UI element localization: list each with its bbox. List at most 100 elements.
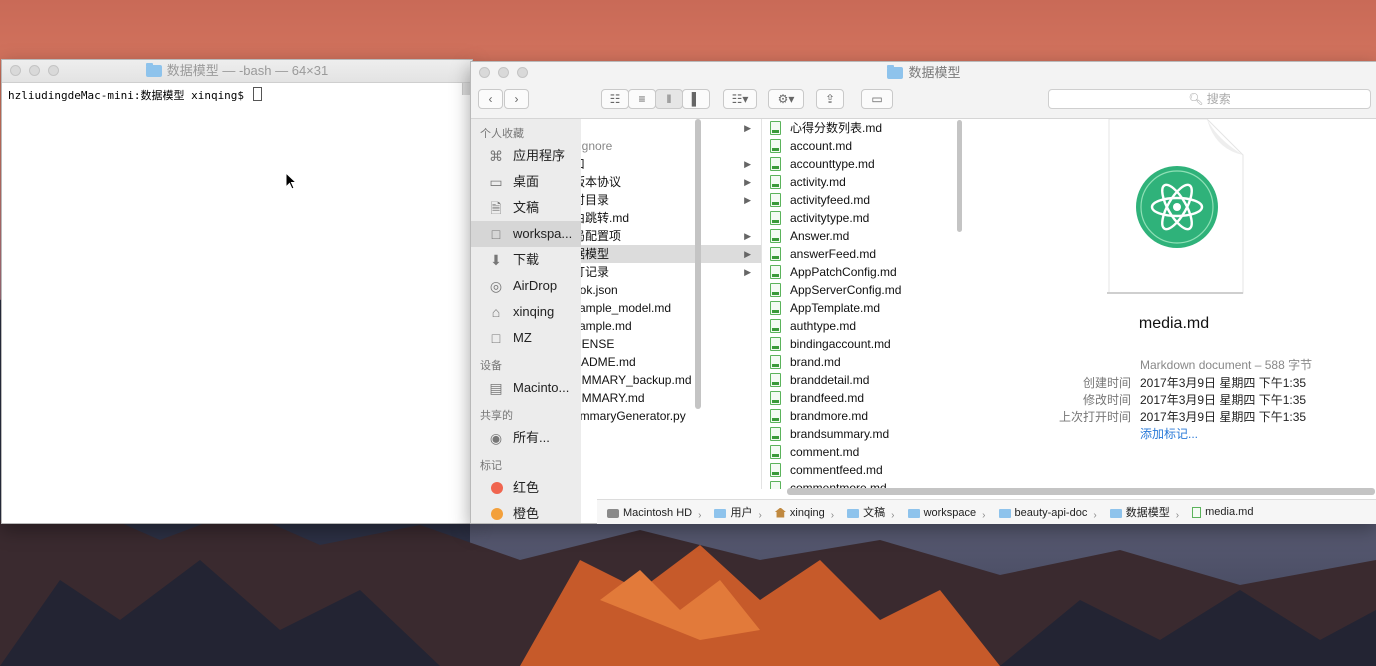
list-item[interactable]: 版本协议 ▶ (581, 173, 761, 191)
action-gear-button[interactable]: ⚙▾ (768, 89, 804, 109)
list-item-label: 订记录 (581, 265, 610, 279)
back-button[interactable]: ‹ (478, 89, 503, 109)
window-controls (10, 65, 59, 76)
file-row[interactable]: brand.md (762, 353, 962, 371)
terminal-window[interactable]: 数据模型 — -bash — 64×31 hzliudingdeMac-mini… (1, 59, 473, 524)
close-button[interactable] (10, 65, 21, 76)
add-tags-link[interactable]: 添加标记... (1140, 425, 1198, 442)
list-item[interactable]: 订记录 ▶ (581, 263, 761, 281)
file-row[interactable]: branddetail.md (762, 371, 962, 389)
finder-titlebar[interactable]: 数据模型 (471, 62, 1376, 84)
terminal-title-text: 数据模型 — -bash — 64×31 (166, 63, 329, 78)
close-button[interactable] (479, 67, 490, 78)
file-row[interactable]: activityfeed.md (762, 191, 962, 209)
search-field[interactable]: 🔍︎ 搜索 (1048, 89, 1371, 109)
sidebar-item-applications[interactable]: ⌘ 应用程序 (471, 143, 581, 169)
path-item[interactable]: 用户 (714, 501, 752, 525)
folder-icon (714, 508, 727, 518)
sidebar-item-downloads[interactable]: ⬇ 下载 (471, 247, 581, 273)
list-item[interactable]: UMMARY_backup.md (581, 371, 761, 389)
file-row[interactable]: 心得分数列表.md (762, 119, 962, 137)
sidebar-item-label: 红色 (513, 480, 540, 495)
list-item[interactable]: 局配置项 ▶ (581, 227, 761, 245)
file-row[interactable]: activitytype.md (762, 209, 962, 227)
path-item-label: beauty-api-doc (1014, 507, 1088, 519)
markdown-file-icon (770, 265, 781, 279)
column-scrollbar[interactable] (695, 119, 701, 409)
finder-column-parent[interactable]: it▶ itignore 口▶ 版本协议▶ 时目录▶ 由跳转.md 局配置项▶ … (581, 119, 762, 489)
sidebar-tag-orange[interactable]: 橙色 (471, 501, 581, 523)
list-view-button[interactable]: ≡ (628, 89, 656, 109)
finder-title-text: 数据模型 (908, 65, 961, 80)
icon-view-button[interactable]: ☷ (601, 89, 629, 109)
edit-tags-button[interactable]: ▭ (861, 89, 893, 109)
modified-value: 2017年3月9日 星期四 下午1:35 (1140, 393, 1307, 407)
list-item[interactable]: EADME.md (581, 353, 761, 371)
file-row[interactable]: commentfeed.md (762, 461, 962, 479)
zoom-button[interactable] (48, 65, 59, 76)
finder-title: 数据模型 (887, 62, 961, 84)
path-item[interactable]: beauty-api-doc (998, 501, 1088, 525)
list-item-selected[interactable]: 据模型 ▶ (581, 245, 761, 263)
arrange-button[interactable]: ☷▾ (723, 89, 757, 109)
file-name: commentfeed.md (790, 463, 883, 477)
terminal-titlebar[interactable]: 数据模型 — -bash — 64×31 (2, 60, 472, 83)
list-item[interactable]: 由跳转.md (581, 209, 761, 227)
share-button[interactable]: ⇪ (816, 89, 844, 109)
file-row[interactable]: comment.md (762, 443, 962, 461)
file-row[interactable]: bindingaccount.md (762, 335, 962, 353)
list-item[interactable]: itignore (581, 137, 761, 155)
path-item[interactable]: 数据模型 (1109, 501, 1170, 525)
file-name: branddetail.md (790, 373, 870, 387)
horizontal-scrollbar[interactable] (787, 488, 1375, 495)
file-row[interactable]: account.md (762, 137, 962, 155)
sidebar-item-macintosh-hd[interactable]: ▤ Macinto... (471, 375, 581, 401)
sidebar-item-airdrop[interactable]: ◎ AirDrop (471, 273, 581, 299)
sidebar-item-all-shared[interactable]: ◉ 所有... (471, 425, 581, 451)
path-item[interactable]: 文稿 (847, 501, 885, 525)
folder-icon (998, 508, 1011, 518)
chevron-right-icon: › (830, 509, 835, 521)
terminal-content[interactable]: hzliudingdeMac-mini:数据模型 xinqing$ (2, 83, 472, 511)
list-item[interactable]: CENSE (581, 335, 761, 353)
file-name: AppTemplate.md (790, 301, 881, 315)
list-item[interactable]: it▶ (581, 119, 761, 137)
file-name: comment.md (790, 445, 860, 459)
list-item[interactable]: 时目录 ▶ (581, 191, 761, 209)
zoom-button[interactable] (517, 67, 528, 78)
path-item[interactable]: media.md (1192, 500, 1253, 524)
column-view-button[interactable]: ‖ (655, 89, 683, 109)
file-row[interactable]: brandsummary.md (762, 425, 962, 443)
minimize-button[interactable] (29, 65, 40, 76)
sidebar-item-label: workspa... (513, 226, 573, 241)
sidebar-item-workspace[interactable]: □ workspa... (471, 221, 581, 247)
list-item[interactable]: 口▶ (581, 155, 761, 173)
files-scrollbar[interactable] (957, 120, 962, 232)
file-row[interactable]: answerFeed.md (762, 245, 962, 263)
file-row[interactable]: brandfeed.md (762, 389, 962, 407)
sidebar-tag-red[interactable]: 红色 (471, 475, 581, 501)
file-row[interactable]: brandmore.md (762, 407, 962, 425)
file-row[interactable]: Answer.md (762, 227, 962, 245)
list-item[interactable]: UMMARY.md (581, 389, 761, 407)
list-item[interactable]: ook.json (581, 281, 761, 299)
list-item-label: UMMARY_backup.md (581, 373, 692, 387)
file-row[interactable]: activity.md (762, 173, 962, 191)
path-item[interactable]: Macintosh HD (607, 501, 692, 525)
finder-column-files[interactable]: 心得分数列表.md account.md accounttype.md acti… (762, 119, 962, 489)
sidebar-item-documents[interactable]: 🗎︎ 文稿 (471, 195, 581, 221)
file-row[interactable]: AppPatchConfig.md (762, 263, 962, 281)
path-item[interactable]: workspace (907, 501, 976, 525)
chevron-right-icon: › (698, 509, 702, 521)
coverflow-view-button[interactable]: ▌ (682, 89, 710, 109)
modified-label: 修改时间 (1082, 393, 1131, 407)
path-item[interactable]: xinqing (774, 501, 825, 525)
finder-window[interactable]: 数据模型 ‹ › ☷ ≡ ‖ ▌ ☷▾ ⚙▾ ⇪ ▭ 🔍︎ 搜索 个人收藏 ⌘ 应… (470, 61, 1376, 524)
forward-button[interactable]: › (504, 89, 529, 109)
list-item[interactable]: ummaryGenerator.py (581, 407, 761, 425)
file-row[interactable]: AppServerConfig.md (762, 281, 962, 299)
list-item-label: 据模型 (581, 247, 610, 261)
file-row[interactable]: accounttype.md (762, 155, 962, 173)
sidebar-item-desktop[interactable]: ▭ 桌面 (471, 169, 581, 195)
minimize-button[interactable] (498, 67, 509, 78)
